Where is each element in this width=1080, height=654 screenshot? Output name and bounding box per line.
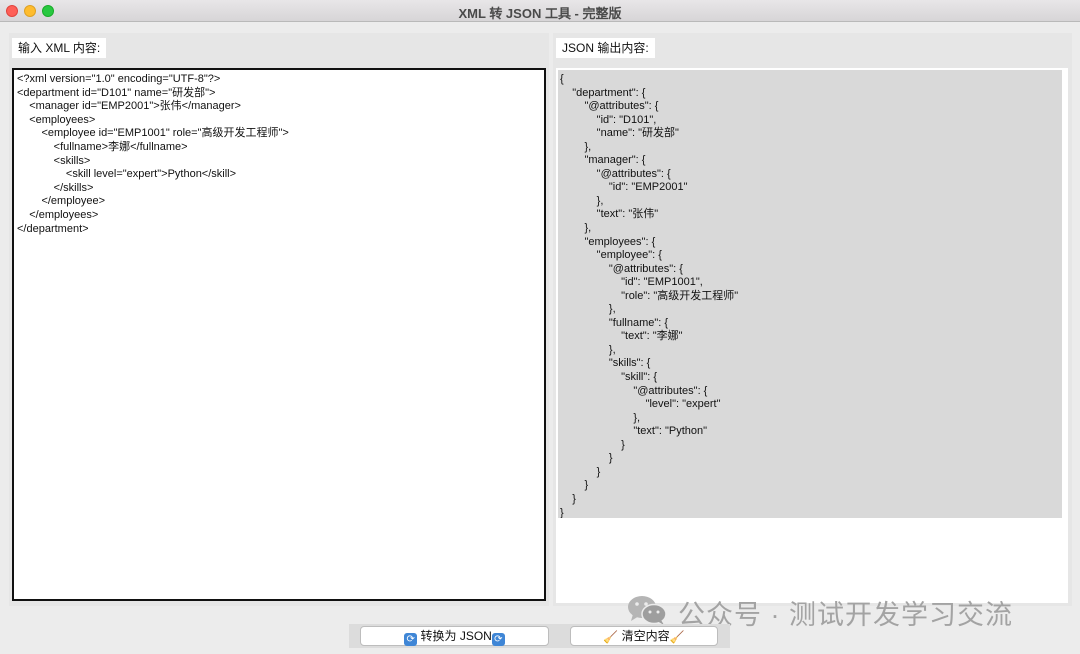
- app-window: XML 转 JSON 工具 - 完整版 输入 XML 内容: <?xml ver…: [0, 0, 1080, 654]
- wechat-icon: [628, 596, 667, 625]
- convert-to-json-button[interactable]: ⟳ 转换为 JSON ⟳: [360, 626, 549, 646]
- json-output-pane: JSON 输出内容: { "department": { "@attribute…: [553, 33, 1072, 606]
- json-output-text[interactable]: { "department": { "@attributes": { "id":…: [558, 70, 1062, 518]
- xml-input-textarea[interactable]: <?xml version="1.0" encoding="UTF-8"?> <…: [12, 68, 546, 601]
- button-bar: ⟳ 转换为 JSON ⟳ 🧹 清空内容🧹: [349, 624, 730, 648]
- refresh-icon: ⟳: [491, 633, 505, 646]
- broom-icon: 🧹: [603, 630, 619, 644]
- window-title: XML 转 JSON 工具 - 完整版: [458, 6, 622, 21]
- xml-input-pane: 输入 XML 内容: <?xml version="1.0" encoding=…: [9, 33, 549, 606]
- xml-input-label: 输入 XML 内容:: [12, 38, 107, 58]
- broom-icon: 🧹: [669, 630, 685, 644]
- clear-content-button[interactable]: 🧹 清空内容🧹: [570, 626, 718, 646]
- title-bar: XML 转 JSON 工具 - 完整版: [0, 0, 1080, 22]
- clear-button-label: 清空内容: [621, 629, 670, 643]
- json-output-label: JSON 输出内容:: [556, 38, 655, 58]
- refresh-icon: ⟳: [404, 633, 418, 646]
- json-output-area[interactable]: { "department": { "@attributes": { "id":…: [556, 68, 1068, 603]
- convert-button-label: 转换为 JSON: [420, 629, 492, 643]
